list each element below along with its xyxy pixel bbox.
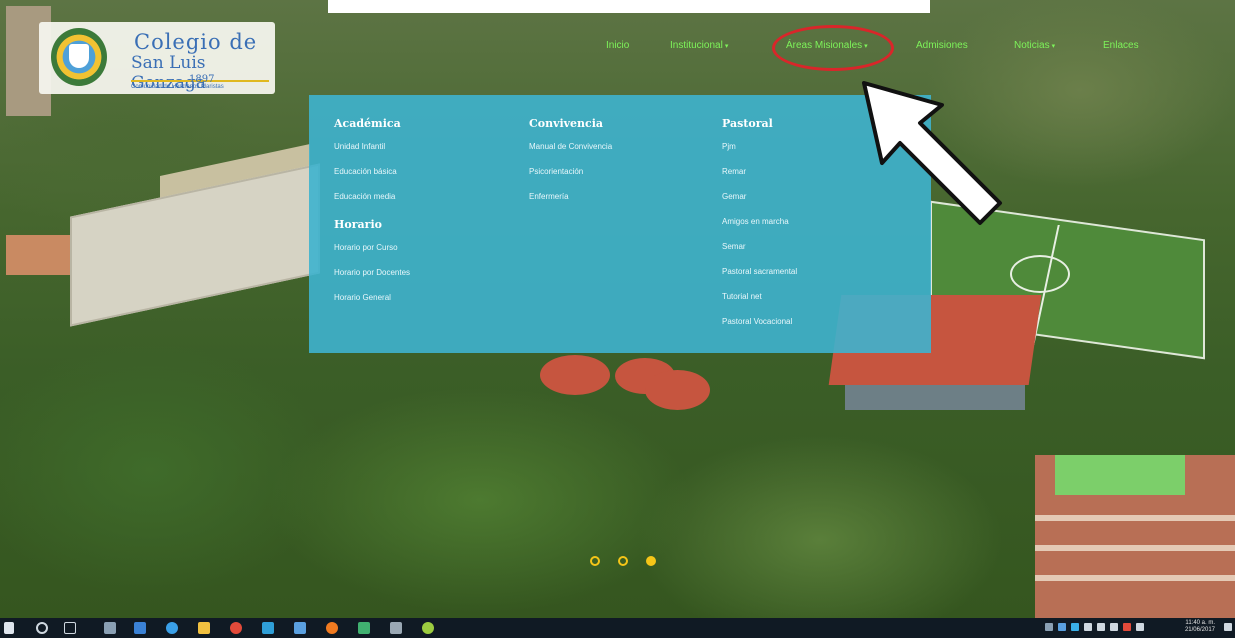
menu-link-gemar[interactable]: Gemar (722, 191, 797, 216)
nav-item-noticias[interactable]: Noticias ▾ (1014, 40, 1055, 51)
background-apartment-tower (1035, 455, 1235, 618)
clock-date: 21/06/2017 (1184, 627, 1215, 633)
firefox-icon[interactable] (326, 622, 338, 634)
tray-chevron-icon[interactable] (1045, 623, 1053, 631)
background-house (6, 235, 76, 275)
menu-link-semar[interactable]: Semar (722, 241, 797, 266)
slider-dot-1[interactable] (590, 556, 600, 566)
app-icon-1[interactable] (134, 622, 146, 634)
menu-link-manual-convivencia[interactable]: Manual de Convivencia (529, 141, 612, 166)
app-icon-5[interactable] (390, 622, 402, 634)
slider-dot-2[interactable] (618, 556, 628, 566)
menu-link-tutorial-net[interactable]: Tutorial net (722, 291, 797, 316)
network-icon[interactable] (1084, 623, 1092, 631)
volume-icon[interactable] (1097, 623, 1105, 631)
menu-column-pastoral: Pastoral Pjm Remar Gemar Amigos en march… (722, 117, 797, 341)
menu-link-amigos-en-marcha[interactable]: Amigos en marcha (722, 216, 797, 241)
dropdown-mega-menu: Académica Unidad Infantil Educación bási… (309, 95, 931, 353)
search-icon[interactable] (36, 622, 48, 634)
nav-item-enlaces[interactable]: Enlaces (1103, 40, 1139, 51)
chevron-down-icon: ▾ (1051, 43, 1056, 50)
menu-link-educacion-basica[interactable]: Educación básica (334, 166, 410, 191)
crest-icon (51, 28, 107, 86)
file-explorer-icon[interactable] (198, 622, 210, 634)
highlight-annotation (772, 25, 894, 71)
menu-link-pjm[interactable]: Pjm (722, 141, 797, 166)
nav-item-institucional[interactable]: Institucional ▾ (670, 40, 728, 51)
school-logo[interactable]: Colegio de San Luis Gonzaga 1897 Comunid… (39, 22, 275, 94)
menu-link-horario-general[interactable]: Horario General (334, 292, 410, 317)
menu-link-pastoral-vocacional[interactable]: Pastoral Vocacional (722, 316, 797, 341)
menu-link-educacion-media[interactable]: Educación media (334, 191, 410, 216)
task-view-icon[interactable] (64, 622, 76, 634)
calendar-icon[interactable] (104, 622, 116, 634)
menu-column-convivencia: Convivencia Manual de Convivencia Psicor… (529, 117, 612, 216)
menu-heading-pastoral: Pastoral (722, 117, 773, 130)
nav-item-inicio[interactable]: Inicio (606, 40, 629, 51)
cloud-icon[interactable] (1071, 623, 1079, 631)
app-icon-2[interactable] (262, 622, 274, 634)
logo-title-line1: Colegio de (134, 30, 258, 54)
menu-column-academica: Académica Unidad Infantil Educación bási… (334, 117, 410, 317)
chrome-icon[interactable] (230, 622, 242, 634)
app-icon-3[interactable] (294, 622, 306, 634)
pointer-arrow-icon (862, 81, 1002, 225)
menu-link-unidad-infantil[interactable]: Unidad Infantil (334, 141, 410, 166)
security-icon[interactable] (1123, 623, 1131, 631)
menu-link-psicorientacion[interactable]: Psicorientación (529, 166, 612, 191)
start-icon[interactable] (4, 622, 14, 634)
battery-icon[interactable] (1110, 623, 1118, 631)
taskbar-clock[interactable]: 11:40 a. m. 21/06/2017 (1185, 620, 1215, 634)
menu-link-remar[interactable]: Remar (722, 166, 797, 191)
tray-app-icon[interactable] (1058, 623, 1066, 631)
notifications-icon[interactable] (1224, 623, 1232, 631)
clock-time: 11:40 a. m. (1185, 620, 1215, 626)
background-round-roofs (520, 350, 720, 430)
app-icon-6[interactable] (422, 622, 434, 634)
menu-heading-academica: Académica (334, 117, 401, 130)
slider-dot-3[interactable] (646, 556, 656, 566)
top-white-bar (328, 0, 930, 13)
language-icon[interactable] (1136, 623, 1144, 631)
menu-link-pastoral-sacramental[interactable]: Pastoral sacramental (722, 266, 797, 291)
menu-link-enfermeria[interactable]: Enfermería (529, 191, 612, 216)
nav-item-admisiones[interactable]: Admisiones (916, 40, 968, 51)
menu-heading-horario: Horario (334, 218, 382, 231)
menu-link-horario-curso[interactable]: Horario por Curso (334, 242, 410, 267)
windows-taskbar: 11:40 a. m. 21/06/2017 (0, 618, 1235, 638)
menu-heading-convivencia: Convivencia (529, 117, 604, 130)
edge-browser-icon[interactable] (166, 622, 178, 634)
menu-link-horario-docentes[interactable]: Horario por Docentes (334, 267, 410, 292)
logo-tagline: Comunidad de Hermanos Maristas (131, 84, 224, 90)
app-icon-4[interactable] (358, 622, 370, 634)
chevron-down-icon: ▾ (724, 43, 729, 50)
background-field-circle (1010, 255, 1070, 293)
